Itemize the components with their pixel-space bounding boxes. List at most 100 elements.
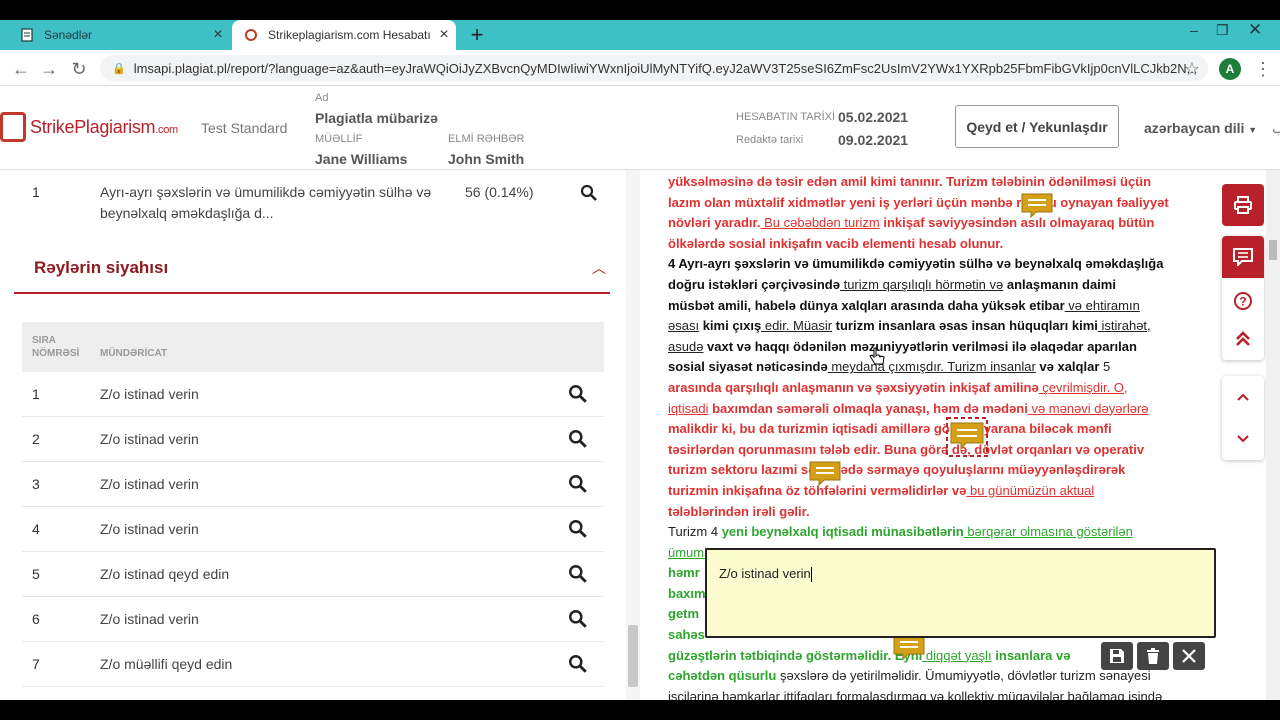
tab-label: Sənədlər xyxy=(44,28,93,42)
window-close-icon[interactable]: ✕ xyxy=(1248,20,1262,40)
chevron-up-icon xyxy=(1237,393,1249,401)
doc-line: turizm qarşılıqlı hörmətin və xyxy=(839,276,1004,292)
search-icon[interactable] xyxy=(580,184,598,202)
table-row[interactable]: 6 Z/o istinad verin xyxy=(22,597,604,642)
doc-line: edir. Müasir xyxy=(761,318,833,334)
title-label: Ad xyxy=(315,92,329,104)
minimize-icon[interactable]: – xyxy=(1190,20,1198,40)
doc-line: Bu cəbəbdən turizm xyxy=(760,215,880,231)
search-icon[interactable] xyxy=(568,564,588,584)
reload-icon[interactable]: ↻ xyxy=(68,58,90,80)
url-text: lmsapi.plagiat.pl/report/?language=az&au… xyxy=(133,60,1198,76)
search-icon[interactable] xyxy=(568,429,588,449)
brand-suffix: .com xyxy=(155,123,178,136)
table-row[interactable]: 3 Z/o istinad verin xyxy=(22,462,604,507)
doc-line: baxım xyxy=(668,585,706,601)
search-icon[interactable] xyxy=(568,654,588,674)
comments-button[interactable] xyxy=(1222,236,1264,278)
search-icon[interactable] xyxy=(568,384,588,404)
comment-marker-icon[interactable] xyxy=(808,460,842,486)
row-content: Z/o müəllifi qeyd edin xyxy=(100,656,233,672)
left-scrollbar[interactable] xyxy=(626,170,640,700)
print-button[interactable] xyxy=(1222,184,1264,226)
match-list-item[interactable]: 1 Ayrı-ayrı şəxslərin və ümumilikdə cəmi… xyxy=(0,170,610,230)
doc-line: cəhətdən qüsurlu xyxy=(668,668,777,684)
table-row[interactable]: 1 Z/o istinad verin xyxy=(22,372,604,417)
right-scrollbar[interactable] xyxy=(1266,170,1280,700)
logo-mark-icon xyxy=(0,112,26,142)
comment-editor[interactable]: Z/o istinad verin xyxy=(705,548,1216,638)
doc-line: meydana çıxmışdır. Turizm insanlar xyxy=(827,359,1036,375)
delete-comment-button[interactable] xyxy=(1137,642,1169,670)
search-icon[interactable] xyxy=(568,519,588,539)
right-toolbar: ? xyxy=(1220,170,1266,700)
close-icon[interactable]: × xyxy=(432,26,456,44)
row-content: Z/o istinad verin xyxy=(100,386,199,402)
browser-tab-strip: Sənədlər × Strikeplagiarism.com Hesabatı… xyxy=(0,20,1280,50)
doc-line: anlaşmanın daimi xyxy=(1003,276,1116,292)
doc-line: turizm insanlara əsas insan hüquqları ki… xyxy=(832,318,1098,334)
comment-marker-selected-icon[interactable] xyxy=(946,417,988,457)
scroll-top-button[interactable] xyxy=(1222,318,1264,360)
reviews-section-header[interactable]: Rəylərin siyahısı ︿ xyxy=(14,250,610,294)
language-select[interactable]: azərbaycan dili ▼ xyxy=(1144,120,1257,136)
close-comment-button[interactable] xyxy=(1173,642,1205,670)
tab-report[interactable]: Strikeplagiarism.com Hesabatı × xyxy=(232,20,456,50)
bookmark-star-icon[interactable]: ☆ xyxy=(1181,58,1203,80)
table-row[interactable]: 5 Z/o istinad qeyd edin xyxy=(22,552,604,597)
doc-line: bu günümüzün aktual xyxy=(966,482,1095,498)
next-button[interactable] xyxy=(1222,418,1264,460)
comment-text[interactable]: Z/o istinad verin xyxy=(719,566,811,581)
col-content: MÜNDƏRİCAT xyxy=(100,348,168,359)
table-header: SIRA NÖMRƏSİ MÜNDƏRİCAT xyxy=(22,322,604,372)
scroll-thumb[interactable] xyxy=(628,625,638,687)
doc-line: və mənəvi dəyərlərə xyxy=(1027,400,1149,416)
doc-line: vaxt və haqqı ödənilən məzuniyyətlərin v… xyxy=(703,338,1137,354)
save-comment-button[interactable] xyxy=(1101,642,1133,670)
doc-line: həmr xyxy=(668,565,700,581)
advisor-value: John Smith xyxy=(448,151,525,167)
help-button[interactable]: ? xyxy=(1222,280,1264,322)
doc-line: turizm sektoru lazımi səviyyədə sərmayə … xyxy=(668,462,1126,478)
doc-line: getm xyxy=(668,606,700,622)
row-number: 1 xyxy=(32,386,40,402)
report-date-label: HESABATIN TARİXİ xyxy=(736,111,836,123)
doc-line: təsirlərdən qorunmasını tələb edir. Buna… xyxy=(668,441,1145,457)
close-icon[interactable]: × xyxy=(206,26,230,44)
comment-marker-icon[interactable] xyxy=(1020,192,1054,218)
doc-line: əsası xyxy=(668,318,700,334)
match-number: 1 xyxy=(32,184,40,200)
doc-line: işçilərinə həmkarlar ittifaqları formala… xyxy=(668,688,1163,700)
table-row[interactable]: 2 Z/o istinad verin xyxy=(22,417,604,462)
previous-button[interactable] xyxy=(1222,376,1264,418)
row-content: Z/o istinad verin xyxy=(100,521,199,537)
address-bar[interactable]: 🔒 lmsapi.plagiat.pl/report/?language=az&… xyxy=(100,55,1208,81)
question-circle-icon: ? xyxy=(1234,292,1252,310)
row-content: Z/o istinad verin xyxy=(100,476,199,492)
language-value: azərbaycan dili xyxy=(1144,120,1245,136)
table-row[interactable]: 4 Z/o istinad verin xyxy=(22,507,604,552)
search-icon[interactable] xyxy=(568,474,588,494)
table-row[interactable]: 7 Z/o müəllifi qeyd edin xyxy=(22,642,604,687)
doc-line: doğru istəkləri çərçivəsində xyxy=(668,276,840,292)
doc-line: çevrilmişdir. O, xyxy=(1038,379,1128,395)
doc-line: malikdir ki, bu da turizmin iqtisadi ami… xyxy=(668,421,1112,437)
kebab-menu-icon[interactable]: ⋮ xyxy=(1252,58,1274,80)
doc-line: diqqət yaşlı xyxy=(922,647,992,663)
doc-line: arasında qarşılıqlı anlaşmanın və şəxsiy… xyxy=(668,379,1039,395)
new-tab-plus-icon[interactable]: + xyxy=(464,20,490,50)
chevron-up-icon[interactable]: ︿ xyxy=(592,258,606,278)
maximize-icon[interactable]: ❐ xyxy=(1216,20,1229,40)
doc-line: 4 Ayrı-ayrı şəxslərin və ümumilikdə cəmi… xyxy=(668,256,1164,272)
back-arrow-icon[interactable]: ← xyxy=(10,58,32,80)
tool-group: ? xyxy=(1222,236,1264,360)
scroll-thumb[interactable] xyxy=(1269,240,1277,260)
search-icon[interactable] xyxy=(568,609,588,629)
app-header: StrikePlagiarism.com Test Standard Ad Pl… xyxy=(0,86,1280,170)
row-content: Z/o istinad verin xyxy=(100,431,199,447)
forward-arrow-icon[interactable]: → xyxy=(38,58,60,80)
avatar[interactable]: A xyxy=(1219,58,1241,80)
tab-documents[interactable]: Sənədlər × xyxy=(8,20,230,50)
save-finalize-button[interactable]: Qeyd et / Yekunlaşdır xyxy=(955,105,1119,148)
doc-line: növləri yaradır. xyxy=(668,215,761,231)
